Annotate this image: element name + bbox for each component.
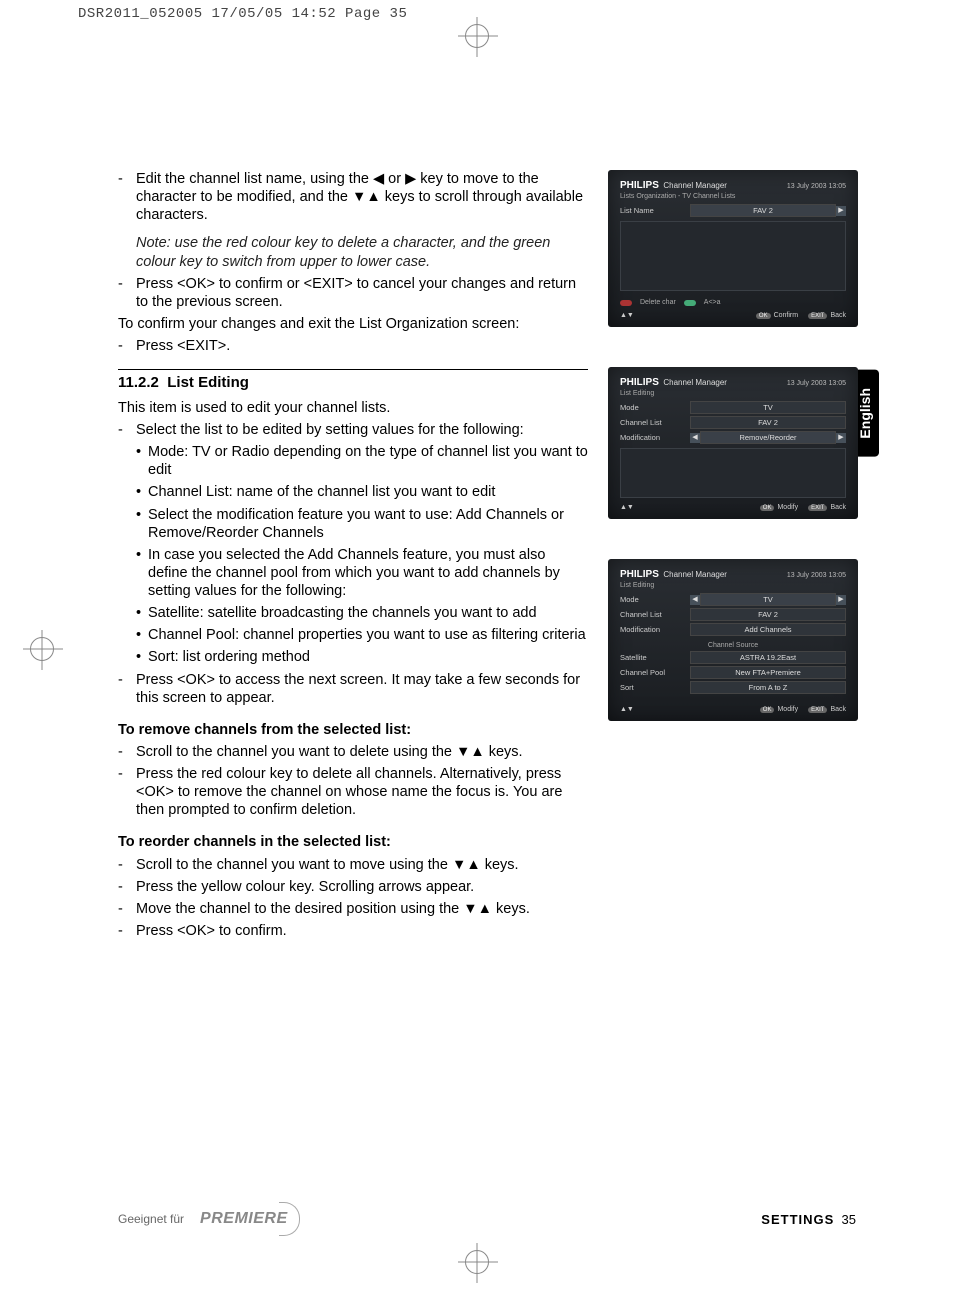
row-value: From A to Z	[690, 681, 846, 694]
row-label: Channel List	[620, 418, 690, 427]
exit-pill: EXIT	[808, 707, 827, 713]
exit-pill: EXIT	[808, 505, 827, 511]
print-header: DSR2011_052005 17/05/05 14:52 Page 35	[78, 6, 407, 22]
body-text: Press <OK> to confirm or <EXIT> to cance…	[136, 275, 588, 311]
row-value: Remove/Reorder	[700, 431, 836, 444]
exit-pill: EXIT	[808, 313, 827, 319]
nav-arrows-icon: ▲▼	[620, 504, 634, 511]
body-text: To confirm your changes and exit the Lis…	[118, 315, 588, 333]
row-label: Satellite	[620, 653, 690, 662]
crop-mark-left	[30, 637, 54, 661]
nav-arrows-icon: ▲▼	[620, 312, 634, 319]
row-label: Modification	[620, 625, 690, 634]
row-value: FAV 2	[690, 416, 846, 429]
body-text: Press the yellow colour key. Scrolling a…	[136, 878, 588, 896]
arrow-right-icon: ▶	[836, 206, 846, 216]
footer-category: SETTINGS	[761, 1212, 834, 1227]
row-value: FAV 2	[690, 608, 846, 621]
back-label: Back	[830, 312, 846, 319]
bullet-text: Select the modification feature you want…	[148, 506, 588, 542]
delete-char-label: Delete char	[640, 299, 676, 306]
premiere-logo: PREMIERE	[192, 1208, 296, 1230]
bullet-text: Satellite: satellite broadcasting the ch…	[148, 604, 588, 622]
row-value: FAV 2	[690, 204, 836, 217]
row-label: Channel Pool	[620, 668, 690, 677]
main-text-column: -Edit the channel list name, using the ◀…	[118, 170, 588, 944]
green-key-icon	[684, 300, 696, 306]
arrow-left-icon: ◀	[690, 595, 700, 605]
ok-pill: OK	[760, 707, 775, 713]
brand-label: PHILIPS	[620, 377, 659, 388]
screenshot-column: PHILIPS Channel Manager 13 July 2003 13:…	[608, 170, 858, 761]
back-label: Back	[830, 706, 846, 713]
body-text: Press the red colour key to delete all c…	[136, 765, 588, 819]
tv-screenshot-2: PHILIPS Channel Manager 13 July 2003 13:…	[608, 367, 858, 519]
screen-subtitle: List Editing	[620, 390, 846, 397]
sub-heading: To reorder channels in the selected list…	[118, 833, 588, 851]
row-label: Mode	[620, 403, 690, 412]
crop-mark-bottom	[465, 1250, 489, 1274]
body-text: Press <OK> to access the next screen. It…	[136, 671, 588, 707]
row-label: Sort	[620, 683, 690, 692]
screen-date: 13 July 2003 13:05	[787, 572, 846, 579]
arrow-left-icon: ◀	[690, 433, 700, 443]
arrow-right-icon: ▶	[836, 595, 846, 605]
crop-mark-top	[465, 24, 489, 48]
brand-label: PHILIPS	[620, 569, 659, 580]
row-value: ASTRA 19.2East	[690, 651, 846, 664]
page-footer: Geeignet für PREMIERE SETTINGS 35	[118, 1208, 856, 1230]
ok-pill: OK	[756, 313, 771, 319]
body-text: Press <OK> to confirm.	[136, 922, 588, 940]
red-key-icon	[620, 300, 632, 306]
case-label: A<>a	[704, 299, 721, 306]
screen-title: Channel Manager	[663, 181, 727, 190]
note-text: Note: use the red colour key to delete a…	[136, 234, 588, 270]
row-label: Mode	[620, 595, 690, 604]
section-label: Channel Source	[620, 642, 846, 649]
body-text: Scroll to the channel you want to delete…	[136, 743, 588, 761]
row-value: TV	[700, 593, 836, 606]
bullet-text: In case you selected the Add Channels fe…	[148, 546, 588, 600]
row-label: Channel List	[620, 610, 690, 619]
nav-arrows-icon: ▲▼	[620, 706, 634, 713]
section-heading: 11.2.2 List Editing	[118, 374, 588, 393]
bullet-text: Channel Pool: channel properties you wan…	[148, 626, 588, 644]
ok-pill: OK	[760, 505, 775, 511]
arrow-right-icon: ▶	[836, 433, 846, 443]
back-label: Back	[830, 504, 846, 511]
screen-date: 13 July 2003 13:05	[787, 380, 846, 387]
screen-title: Channel Manager	[663, 378, 727, 387]
tv-screenshot-1: PHILIPS Channel Manager 13 July 2003 13:…	[608, 170, 858, 327]
modify-label: Modify	[777, 504, 798, 511]
screen-date: 13 July 2003 13:05	[787, 183, 846, 190]
screen-title: Channel Manager	[663, 570, 727, 579]
modify-label: Modify	[777, 706, 798, 713]
body-text: Scroll to the channel you want to move u…	[136, 856, 588, 874]
row-value: New FTA+Premiere	[690, 666, 846, 679]
body-text: Edit the channel list name, using the ◀ …	[136, 170, 588, 224]
screen-subtitle: Lists Organization - TV Channel Lists	[620, 193, 846, 200]
row-label: List Name	[620, 206, 690, 215]
geeignet-label: Geeignet für	[118, 1212, 184, 1226]
sub-heading: To remove channels from the selected lis…	[118, 721, 588, 739]
brand-label: PHILIPS	[620, 180, 659, 191]
row-value: Add Channels	[690, 623, 846, 636]
confirm-label: Confirm	[774, 312, 799, 319]
bullet-text: Mode: TV or Radio depending on the type …	[148, 443, 588, 479]
body-text: Select the list to be edited by setting …	[136, 421, 588, 439]
tv-screenshot-3: PHILIPS Channel Manager 13 July 2003 13:…	[608, 559, 858, 721]
body-text: This item is used to edit your channel l…	[118, 399, 588, 417]
body-text: Press <EXIT>.	[136, 337, 588, 355]
row-label: Modification	[620, 433, 690, 442]
page-number: 35	[842, 1212, 856, 1227]
screen-subtitle: List Editing	[620, 582, 846, 589]
row-value: TV	[690, 401, 846, 414]
body-text: Move the channel to the desired position…	[136, 900, 588, 918]
bullet-text: Sort: list ordering method	[148, 648, 588, 666]
bullet-text: Channel List: name of the channel list y…	[148, 483, 588, 501]
